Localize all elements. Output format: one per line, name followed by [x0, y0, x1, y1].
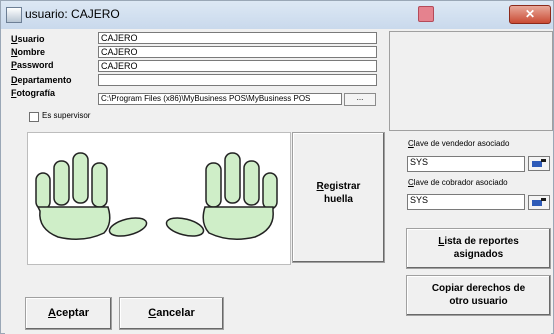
window-title: usuario: CAJERO — [25, 7, 120, 21]
cobrador-field[interactable]: SYS — [407, 194, 525, 210]
cobrador-lookup-button[interactable] — [528, 195, 550, 210]
fotografia-path-field[interactable]: C:\Program Files (x86)\MyBusiness POS\My… — [98, 93, 342, 105]
left-hand-finger-3 — [72, 152, 89, 204]
lookup-icon — [532, 198, 546, 206]
vendedor-field[interactable]: SYS — [407, 156, 525, 172]
cobrador-label: Clave de cobrador asociado — [408, 178, 508, 187]
right-hand-finger-3 — [243, 160, 260, 206]
left-hand-thumb — [108, 217, 148, 237]
left-hand-finger-1 — [35, 172, 51, 210]
departamento-field[interactable] — [98, 74, 377, 86]
lookup-icon — [532, 159, 546, 167]
ghost-window-icon — [418, 6, 434, 22]
hands-drawing — [35, 152, 278, 240]
copy-rights-button[interactable]: Copiar derechos de otro usuario — [406, 275, 551, 316]
assigned-reports-button[interactable]: Lista de reportes asignados — [406, 228, 551, 269]
right-hand-finger-1 — [205, 162, 222, 208]
right-hand-icon — [165, 152, 278, 240]
supervisor-label: Es supervisor — [42, 111, 91, 120]
left-hand-finger-2 — [53, 160, 70, 206]
right-hand-thumb — [165, 217, 205, 237]
left-hand-finger-4 — [91, 162, 108, 208]
vendedor-label: Clave de vendedor asociado — [408, 139, 510, 148]
browse-photo-button[interactable]: ... — [344, 93, 376, 106]
nombre-field[interactable]: CAJERO — [98, 46, 377, 58]
form-body: Usuario CAJERO Nombre CAJERO Password CA… — [5, 29, 553, 334]
left-hand-palm — [36, 206, 111, 240]
departamento-label: Departamento — [11, 75, 72, 85]
user-window: usuario: CAJERO ✕ Usuario CAJERO Nombre … — [0, 0, 554, 334]
nombre-label: Nombre — [11, 47, 46, 57]
usuario-field[interactable]: CAJERO — [98, 32, 377, 44]
vendedor-lookup-button[interactable] — [528, 156, 550, 171]
fotografia-label: Fotografía — [11, 88, 56, 98]
right-hand-finger-4 — [262, 172, 278, 210]
password-field[interactable]: CAJERO — [98, 60, 377, 72]
photo-preview-pane — [389, 31, 553, 131]
app-icon — [6, 7, 22, 23]
left-hand-icon — [35, 152, 148, 240]
title-bar: usuario: CAJERO ✕ — [1, 1, 553, 29]
supervisor-checkbox[interactable] — [29, 112, 39, 122]
close-button[interactable]: ✕ — [509, 5, 551, 24]
cancel-button[interactable]: Cancelar — [119, 297, 224, 330]
password-label: Password — [11, 60, 54, 70]
right-hand-finger-2 — [224, 152, 241, 204]
register-fingerprint-button[interactable]: Registrar huella — [292, 132, 385, 263]
usuario-label: Usuario — [11, 34, 45, 44]
right-hand-palm — [202, 206, 274, 240]
accept-button[interactable]: Aceptar — [25, 297, 112, 330]
fingerprint-hands-panel — [27, 132, 291, 265]
